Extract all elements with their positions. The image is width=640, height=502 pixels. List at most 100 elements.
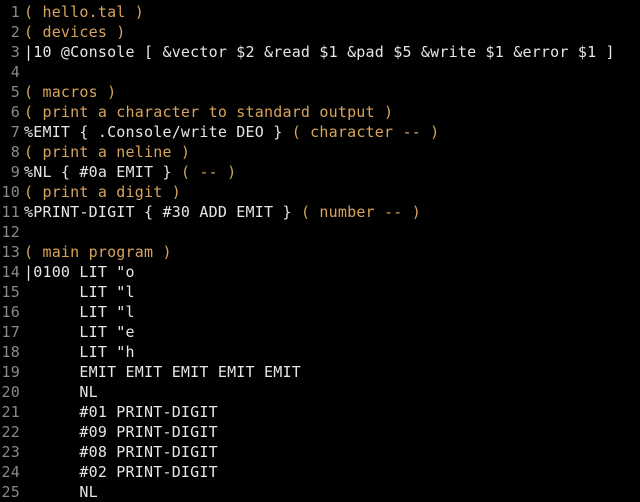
code-line: 11%PRINT-DIGIT { #30 ADD EMIT } ( number… (0, 202, 640, 222)
line-number: 18 (0, 342, 24, 362)
line-content: #09 PRINT-DIGIT (24, 422, 640, 442)
code-line: 25 NL (0, 482, 640, 502)
code-line: 20 NL (0, 382, 640, 402)
line-content: %NL { #0a EMIT } ( -- ) (24, 162, 640, 182)
token: #09 PRINT-DIGIT (24, 423, 218, 441)
line-content: %PRINT-DIGIT { #30 ADD EMIT } ( number -… (24, 202, 640, 222)
line-content: LIT "e (24, 322, 640, 342)
line-number: 14 (0, 262, 24, 282)
line-number: 22 (0, 422, 24, 442)
token: ( macros ) (24, 83, 116, 101)
line-content: NL (24, 482, 640, 502)
code-line: 7%EMIT { .Console/write DEO } ( characte… (0, 122, 640, 142)
token: LIT "l (24, 283, 135, 301)
line-content: |10 @Console [ &vector $2 &read $1 &pad … (24, 42, 640, 62)
token: LIT "h (24, 343, 135, 361)
line-number: 16 (0, 302, 24, 322)
code-line: 9%NL { #0a EMIT } ( -- ) (0, 162, 640, 182)
token: #01 PRINT-DIGIT (24, 403, 218, 421)
code-line: 10( print a digit ) (0, 182, 640, 202)
token: ( print a character to standard output ) (24, 103, 393, 121)
code-line: 23 #08 PRINT-DIGIT (0, 442, 640, 462)
line-content: %EMIT { .Console/write DEO } ( character… (24, 122, 640, 142)
token: LIT "l (24, 303, 135, 321)
code-line: 13( main program ) (0, 242, 640, 262)
code-line: 1( hello.tal ) (0, 2, 640, 22)
line-number: 15 (0, 282, 24, 302)
token: ( devices ) (24, 23, 126, 41)
code-line: 16 LIT "l (0, 302, 640, 322)
token: ( number -- ) (301, 203, 421, 221)
line-content: LIT "l (24, 282, 640, 302)
line-content: ( print a character to standard output ) (24, 102, 640, 122)
line-number: 9 (0, 162, 24, 182)
line-number: 17 (0, 322, 24, 342)
line-content: #08 PRINT-DIGIT (24, 442, 640, 462)
token: ( main program ) (24, 243, 172, 261)
code-line: 8( print a neline ) (0, 142, 640, 162)
token: ( print a neline ) (24, 143, 190, 161)
line-number: 12 (0, 222, 24, 242)
line-content: ( devices ) (24, 22, 640, 42)
token: |10 @Console [ &vector $2 &read $1 &pad … (24, 43, 615, 61)
line-content: #02 PRINT-DIGIT (24, 462, 640, 482)
line-number: 23 (0, 442, 24, 462)
line-content: #01 PRINT-DIGIT (24, 402, 640, 422)
line-number: 3 (0, 42, 24, 62)
token: %NL { #0a EMIT } (24, 163, 181, 181)
code-line: 22 #09 PRINT-DIGIT (0, 422, 640, 442)
code-editor: 1( hello.tal )2( devices )3|10 @Console … (0, 0, 640, 502)
line-content: ( hello.tal ) (24, 2, 640, 22)
code-line: 6( print a character to standard output … (0, 102, 640, 122)
line-content (24, 62, 640, 82)
token: ( hello.tal ) (24, 3, 144, 21)
code-line: 21 #01 PRINT-DIGIT (0, 402, 640, 422)
line-number: 24 (0, 462, 24, 482)
code-line: 17 LIT "e (0, 322, 640, 342)
code-line: 19 EMIT EMIT EMIT EMIT EMIT (0, 362, 640, 382)
token: %EMIT { .Console/write DEO } (24, 123, 292, 141)
line-content: LIT "h (24, 342, 640, 362)
token: LIT "e (24, 323, 135, 341)
line-number: 10 (0, 182, 24, 202)
token: #08 PRINT-DIGIT (24, 443, 218, 461)
line-number: 21 (0, 402, 24, 422)
line-number: 7 (0, 122, 24, 142)
line-content: EMIT EMIT EMIT EMIT EMIT (24, 362, 640, 382)
token: NL (24, 483, 98, 501)
code-line: 3|10 @Console [ &vector $2 &read $1 &pad… (0, 42, 640, 62)
line-content: ( print a neline ) (24, 142, 640, 162)
code-line: 24 #02 PRINT-DIGIT (0, 462, 640, 482)
line-content: ( macros ) (24, 82, 640, 102)
token: ( -- ) (181, 163, 236, 181)
code-line: 2( devices ) (0, 22, 640, 42)
line-number: 20 (0, 382, 24, 402)
line-number: 2 (0, 22, 24, 42)
line-number: 19 (0, 362, 24, 382)
code-line: 4 (0, 62, 640, 82)
line-content (24, 222, 640, 242)
line-content: ( main program ) (24, 242, 640, 262)
line-number: 1 (0, 2, 24, 22)
code-line: 12 (0, 222, 640, 242)
line-number: 8 (0, 142, 24, 162)
token: |0100 LIT "o (24, 263, 135, 281)
line-number: 25 (0, 482, 24, 502)
code-line: 15 LIT "l (0, 282, 640, 302)
token: ( print a digit ) (24, 183, 181, 201)
line-number: 13 (0, 242, 24, 262)
token: #02 PRINT-DIGIT (24, 463, 218, 481)
line-content: LIT "l (24, 302, 640, 322)
line-content: NL (24, 382, 640, 402)
token: NL (24, 383, 98, 401)
line-content: ( print a digit ) (24, 182, 640, 202)
line-number: 5 (0, 82, 24, 102)
code-line: 14|0100 LIT "o (0, 262, 640, 282)
token: EMIT EMIT EMIT EMIT EMIT (24, 363, 301, 381)
line-number: 6 (0, 102, 24, 122)
line-number: 4 (0, 62, 24, 82)
token: ( character -- ) (292, 123, 440, 141)
line-number: 11 (0, 202, 24, 222)
code-line: 5( macros ) (0, 82, 640, 102)
code-line: 18 LIT "h (0, 342, 640, 362)
